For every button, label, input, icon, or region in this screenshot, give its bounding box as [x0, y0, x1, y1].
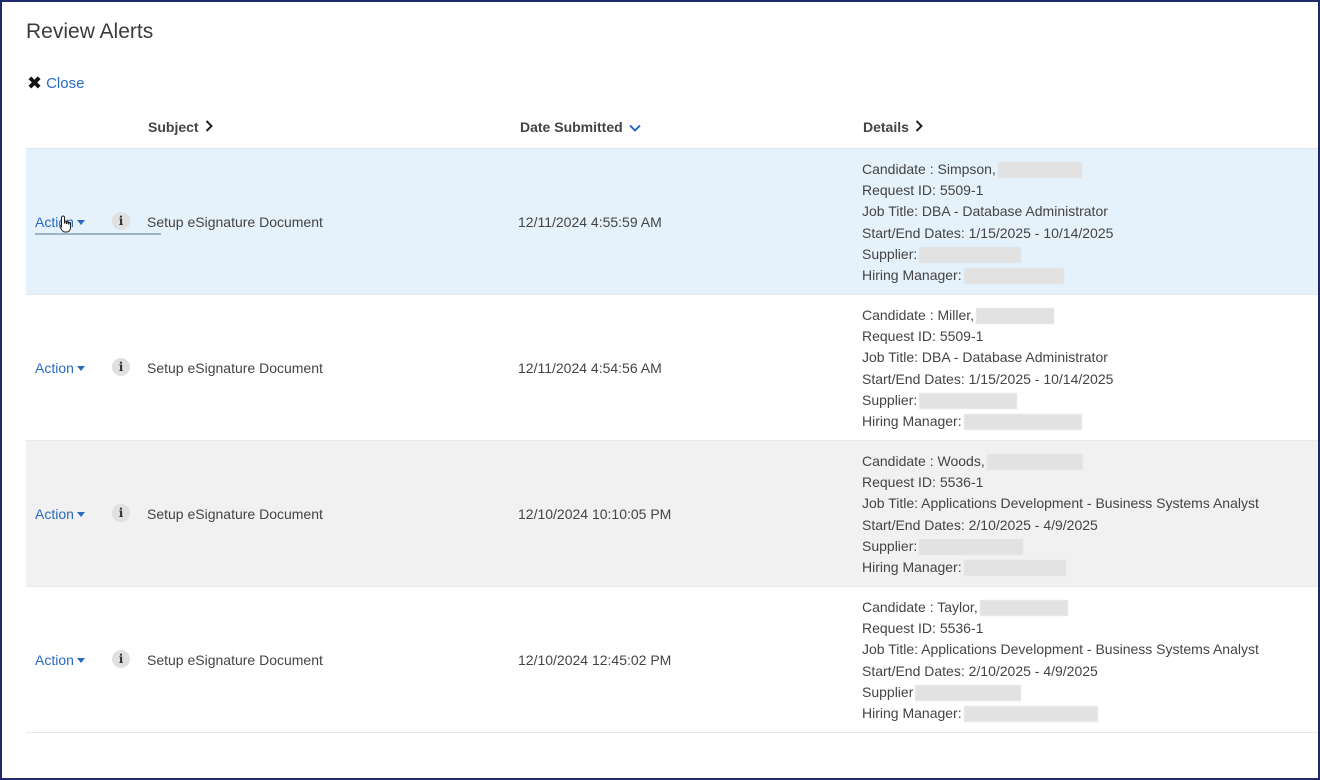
job-title-line: Job Title: DBA - Database Administrator [862, 203, 1108, 220]
candidate-line: Candidate : Taylor, [862, 599, 978, 615]
action-dropdown[interactable]: Action [35, 360, 85, 376]
column-header-subject[interactable]: Subject [148, 119, 213, 135]
subject-cell: Setup eSignature Document [147, 652, 323, 668]
column-label-date: Date Submitted [520, 119, 623, 135]
supplier-line: Supplier: [862, 391, 918, 408]
redaction-block [997, 162, 1082, 179]
candidate-line: Candidate : Woods, [862, 453, 985, 469]
supplier-line: Supplier: [862, 537, 918, 554]
subject-cell: Setup eSignature Document [147, 506, 323, 522]
candidate-line: Candidate : Simpson, [862, 161, 996, 177]
table-row[interactable]: Action i Setup eSignature Document 12/11… [26, 149, 1318, 295]
action-label: Action [35, 652, 74, 668]
chevron-right-icon [205, 119, 213, 135]
close-button[interactable]: ✖ Close [27, 74, 84, 92]
column-header-date-submitted[interactable]: Date Submitted [520, 119, 641, 135]
hand-cursor-icon [59, 215, 73, 238]
hiring-manager-line: Hiring Manager: [862, 705, 962, 722]
redaction-block [963, 706, 1098, 723]
supplier-line: Supplier [862, 683, 914, 700]
table-header: Subject Date Submitted Details [26, 106, 1318, 149]
redaction-block [919, 393, 1018, 410]
details-cell: Candidate : Miller, Request ID: 5509-1 J… [862, 305, 1113, 432]
info-icon[interactable]: i [112, 650, 130, 668]
close-label: Close [46, 74, 85, 92]
info-icon[interactable]: i [112, 504, 130, 522]
job-title-line: Job Title: DBA - Database Administrator [862, 349, 1108, 366]
redaction-block [963, 414, 1082, 431]
candidate-line: Candidate : Miller, [862, 307, 975, 323]
chevron-down-icon [628, 119, 641, 135]
review-alerts-panel: Review Alerts ✖ Close Subject Date Submi… [0, 0, 1320, 780]
request-id-line: Request ID: 5536-1 [862, 474, 984, 491]
hiring-manager-line: Hiring Manager: [862, 267, 962, 284]
caret-down-icon [76, 219, 85, 225]
redaction-block [963, 560, 1066, 577]
hiring-manager-line: Hiring Manager: [862, 413, 962, 430]
subject-cell: Setup eSignature Document [147, 214, 323, 230]
table-row[interactable]: Action i Setup eSignature Document 12/10… [26, 441, 1318, 587]
job-title-line: Job Title: Applications Development - Bu… [862, 495, 1259, 512]
date-cell: 12/10/2024 10:10:05 PM [518, 506, 672, 522]
redaction-block [986, 454, 1083, 471]
redaction-block [963, 268, 1064, 285]
supplier-line: Supplier: [862, 245, 918, 262]
redaction-block [979, 600, 1068, 617]
close-icon: ✖ [27, 73, 43, 93]
redaction-block [976, 308, 1055, 325]
caret-down-icon [76, 657, 85, 663]
dates-line: Start/End Dates: 1/15/2025 - 10/14/2025 [862, 370, 1114, 387]
column-header-details[interactable]: Details [863, 119, 923, 135]
info-icon[interactable]: i [112, 358, 130, 376]
date-cell: 12/10/2024 12:45:02 PM [518, 652, 672, 668]
redaction-block [919, 539, 1024, 556]
caret-down-icon [76, 511, 85, 517]
redaction-block [915, 685, 1022, 702]
dates-line: Start/End Dates: 2/10/2025 - 4/9/2025 [862, 516, 1098, 533]
page-title: Review Alerts [26, 20, 154, 43]
date-cell: 12/11/2024 4:54:56 AM [518, 360, 662, 376]
hiring-manager-line: Hiring Manager: [862, 559, 962, 576]
action-label: Action [35, 360, 74, 376]
details-cell: Candidate : Taylor, Request ID: 5536-1 J… [862, 597, 1259, 724]
action-label: Action [35, 506, 74, 522]
column-label-subject: Subject [148, 119, 199, 135]
redaction-block [919, 247, 1022, 264]
dates-line: Start/End Dates: 1/15/2025 - 10/14/2025 [862, 224, 1114, 241]
dates-line: Start/End Dates: 2/10/2025 - 4/9/2025 [862, 662, 1098, 679]
table-row[interactable]: Action i Setup eSignature Document 12/10… [26, 587, 1318, 733]
request-id-line: Request ID: 5536-1 [862, 620, 984, 637]
alerts-table: Subject Date Submitted Details Action i … [26, 106, 1318, 733]
focus-underline [35, 233, 161, 235]
date-cell: 12/11/2024 4:55:59 AM [518, 214, 662, 230]
action-dropdown[interactable]: Action [35, 506, 85, 522]
column-label-details: Details [863, 119, 909, 135]
request-id-line: Request ID: 5509-1 [862, 328, 984, 345]
table-row[interactable]: Action i Setup eSignature Document 12/11… [26, 295, 1318, 441]
job-title-line: Job Title: Applications Development - Bu… [862, 641, 1259, 658]
chevron-right-icon [915, 119, 923, 135]
details-cell: Candidate : Simpson, Request ID: 5509-1 … [862, 159, 1113, 286]
request-id-line: Request ID: 5509-1 [862, 182, 984, 199]
action-dropdown[interactable]: Action [35, 652, 85, 668]
details-cell: Candidate : Woods, Request ID: 5536-1 Jo… [862, 451, 1259, 578]
caret-down-icon [76, 365, 85, 371]
info-icon[interactable]: i [112, 212, 130, 230]
subject-cell: Setup eSignature Document [147, 360, 323, 376]
